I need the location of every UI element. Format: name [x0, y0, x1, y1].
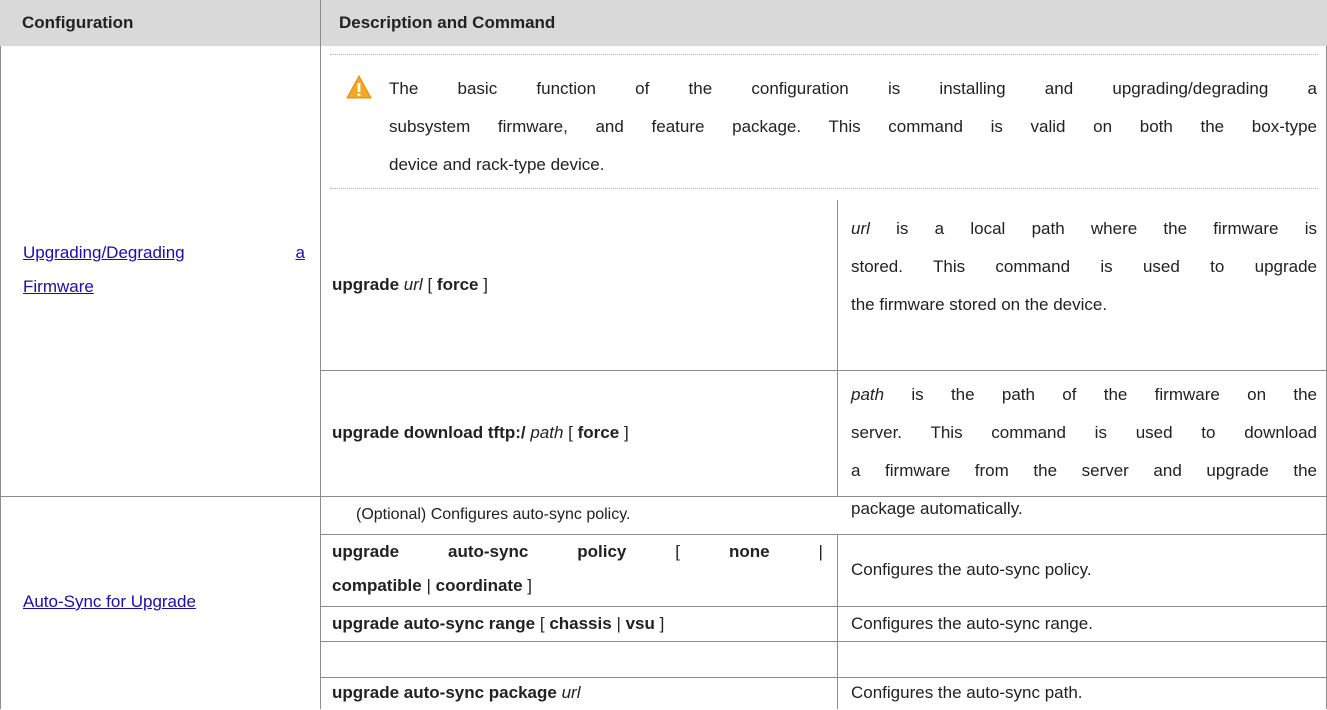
link-text-line1[interactable]: Upgrading/Degrading [23, 236, 185, 270]
auto-sync-package-description: Configures the auto-sync path. [851, 683, 1083, 702]
auto-sync-policy-description: Configures the auto-sync policy. [851, 560, 1092, 579]
command-auto-sync-package: upgrade auto-sync package url [332, 683, 581, 702]
warning-triangle-icon [346, 75, 372, 99]
command-auto-sync-policy: upgrade auto-sync policy [ none | compat… [332, 542, 823, 595]
row-divider [320, 641, 1327, 642]
inner-divider [837, 200, 838, 496]
table-header [0, 0, 1327, 46]
command-upgrade-url: upgrade url [ force ] [332, 275, 488, 294]
command-auto-sync-range: upgrade auto-sync range [ chassis | vsu … [332, 614, 665, 633]
command-upgrade-download-tftp: upgrade download tftp:/ path [ force ] [332, 423, 629, 442]
inner-divider [837, 534, 838, 709]
link-text-line2[interactable]: Firmware [23, 277, 94, 296]
auto-sync-intro: (Optional) Configures auto-sync policy. [356, 506, 631, 523]
link-upgrading-degrading-firmware[interactable]: Upgrading/Degrading a Firmware [23, 236, 305, 304]
link-text-line1-end[interactable]: a [296, 236, 305, 270]
command-upgrade-download-tftp-description: path is the path of the firmware on the … [851, 385, 1317, 518]
link-auto-sync-for-upgrade[interactable]: Auto-Sync for Upgrade [23, 585, 196, 619]
note-top-border [330, 54, 1318, 55]
note-bottom-border [330, 188, 1318, 189]
column-divider [320, 0, 321, 709]
row-divider [320, 370, 1327, 371]
auto-sync-range-description: Configures the auto-sync range. [851, 614, 1093, 633]
note-line-3: device and rack-type device. [389, 155, 605, 174]
note-line-1: The basic function of the configuration … [389, 79, 1317, 98]
left-border [0, 46, 1, 709]
note-line-2: subsystem firmware, and feature package.… [389, 117, 1317, 136]
header-configuration: Configuration [22, 13, 134, 32]
header-description-command: Description and Command [339, 13, 556, 32]
command-upgrade-url-description: url is a local path where the firmware i… [851, 219, 1317, 314]
